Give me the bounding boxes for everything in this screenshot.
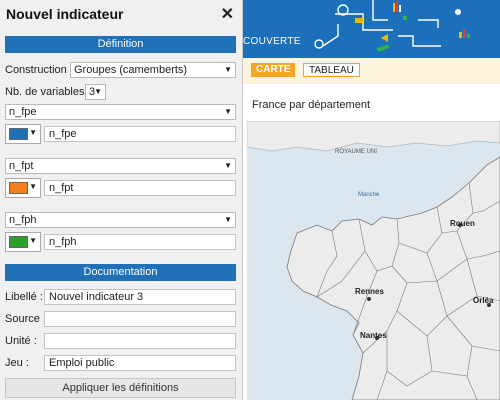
view-tabs: CARTE TABLEAU [243, 58, 500, 84]
variable-2-name-input[interactable]: n_fpt [44, 180, 236, 196]
map-label-rennes: Rennes [355, 287, 384, 296]
map-label-nantes: Nantes [360, 331, 387, 340]
tab-tableau[interactable]: TABLEAU [303, 63, 360, 77]
map-label-rouen: Rouen [450, 219, 475, 228]
indicator-panel: Nouvel indicateur ✕ Définition Construct… [0, 0, 243, 400]
chevron-down-icon: ▼ [94, 87, 102, 96]
variable-1-color-picker[interactable]: ▼ [5, 124, 41, 144]
panel-title: Nouvel indicateur [6, 6, 124, 22]
apply-definitions-button[interactable]: Appliquer les définitions [5, 378, 236, 398]
source-label: Source : [5, 313, 46, 325]
map-label-uk: ROYAUME UNI [335, 149, 377, 155]
construction-label: Construction [5, 64, 67, 76]
variable-3-select[interactable]: n_fph ▼ [5, 212, 236, 228]
chevron-down-icon: ▼ [224, 215, 232, 224]
map-title: France par département [252, 99, 371, 111]
map-label-orleans: Orléa [473, 296, 494, 305]
unite-label: Unité : [5, 335, 37, 347]
chevron-down-icon: ▼ [224, 107, 232, 116]
map-label-manche: Manche [358, 192, 380, 198]
source-input[interactable] [44, 311, 236, 327]
nb-variables-label: Nb. de variables [5, 86, 85, 98]
color-swatch [9, 128, 28, 140]
close-icon[interactable]: ✕ [221, 4, 234, 24]
banner-text: COUVERTE [243, 36, 301, 47]
variable-3-color-picker[interactable]: ▼ [5, 232, 41, 252]
variable-1-name-input[interactable]: n_fpe [44, 126, 236, 142]
definition-header: Définition [5, 36, 236, 53]
variable-2-select[interactable]: n_fpt ▼ [5, 158, 236, 174]
banner-illustration [314, 0, 470, 52]
tab-carte[interactable]: CARTE [251, 63, 296, 77]
france-map [247, 121, 500, 400]
variable-2-color-picker[interactable]: ▼ [5, 178, 41, 198]
chevron-down-icon: ▼ [29, 128, 37, 137]
documentation-header: Documentation [5, 264, 236, 281]
color-swatch [9, 182, 28, 194]
nb-variables-select[interactable]: 3 ▼ [85, 84, 106, 100]
chevron-down-icon: ▼ [224, 65, 232, 74]
chevron-down-icon: ▼ [29, 236, 37, 245]
variable-3-name-input[interactable]: n_fph [44, 234, 236, 250]
chevron-down-icon: ▼ [29, 182, 37, 191]
jeu-label: Jeu : [5, 357, 29, 369]
chevron-down-icon: ▼ [224, 161, 232, 170]
construction-select[interactable]: Groupes (camemberts) ▼ [70, 62, 236, 78]
map-view[interactable]: ROYAUME UNI Manche Rouen Rennes Nantes O… [247, 121, 500, 400]
libelle-label: Libellé : [5, 291, 43, 303]
variable-1-select[interactable]: n_fpe ▼ [5, 104, 236, 120]
header-banner [243, 0, 500, 58]
jeu-input[interactable]: Emploi public [44, 355, 236, 371]
libelle-input[interactable]: Nouvel indicateur 3 [44, 289, 236, 305]
unite-input[interactable] [44, 333, 236, 349]
color-swatch [9, 236, 28, 248]
